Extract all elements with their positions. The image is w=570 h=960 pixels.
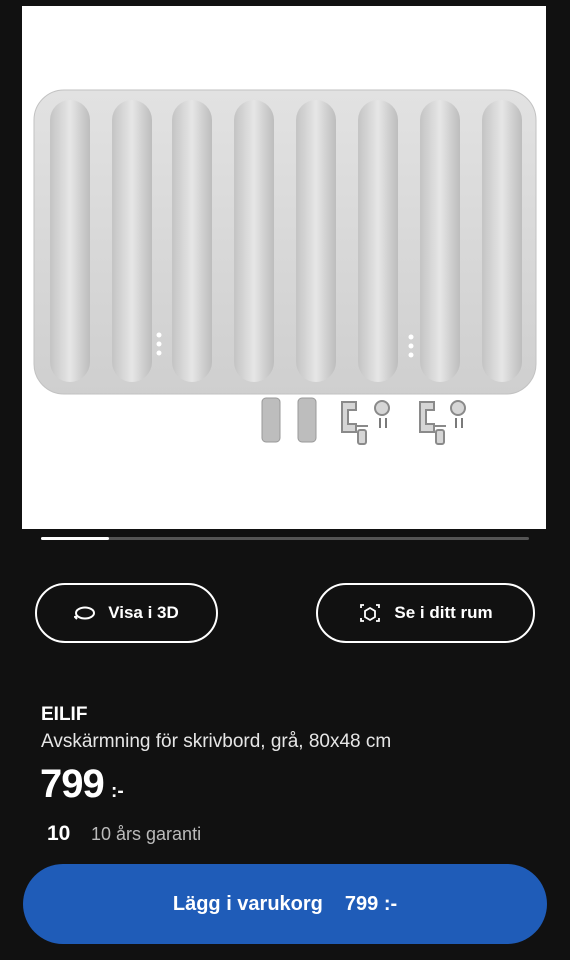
product-name: EILIF	[41, 704, 88, 725]
ar-cube-icon	[358, 601, 382, 625]
view-in-room-label: Se i ditt rum	[394, 603, 493, 622]
view-3d-button[interactable]: Visa i 3D	[35, 583, 218, 643]
add-to-cart-price: 799 :-	[344, 892, 398, 915]
price-suffix: :-	[111, 781, 124, 802]
warranty-years: 10	[47, 822, 71, 845]
view-in-room-button[interactable]: Se i ditt rum	[316, 583, 535, 643]
rotate-3d-icon	[74, 605, 96, 621]
view-3d-label: Visa i 3D	[108, 603, 179, 622]
product-description: Avskärmning för skrivbord, grå, 80x48 cm	[41, 731, 392, 752]
add-to-cart-button[interactable]: Lägg i varukorg 799 :-	[23, 864, 547, 944]
product-image[interactable]	[22, 6, 546, 529]
desk-screen-illustration	[33, 89, 537, 445]
warranty-text: 10 års garanti	[91, 824, 202, 844]
add-to-cart-label: Lägg i varukorg	[172, 892, 323, 915]
carousel-progress-fill	[41, 537, 110, 540]
carousel-progress-track	[41, 537, 529, 540]
product-price: 799	[40, 762, 105, 806]
